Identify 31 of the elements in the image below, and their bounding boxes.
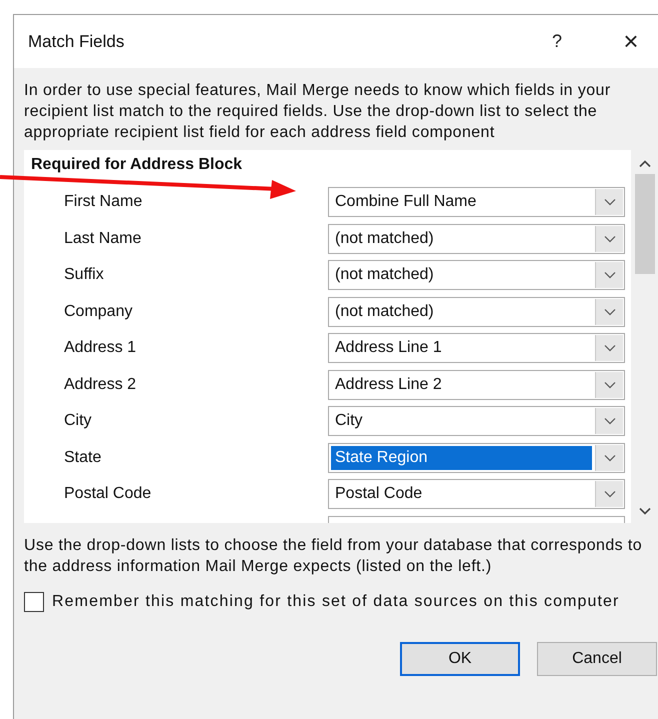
dropdown-field[interactable]: (not matched): [328, 224, 625, 254]
window-title: Match Fields: [28, 32, 126, 52]
dialog-button[interactable]: Cancel: [537, 642, 657, 676]
dropdown-field[interactable]: Address Line 2: [328, 370, 625, 400]
dropdown-field[interactable]: State Region: [328, 442, 625, 473]
field-label: Postal Code: [63, 485, 152, 504]
field-label: Address 1: [63, 339, 138, 358]
dialog-button[interactable]: OK: [400, 642, 520, 676]
field-label: State: [63, 448, 102, 467]
checkbox[interactable]: [24, 592, 44, 612]
dropdown-field[interactable]: (not matched): [328, 296, 625, 327]
dropdown-field[interactable]: Combine Full Name: [328, 187, 625, 218]
instructions-text: In order to use special features, Mail Merge needs to know which fields in your recipient list match to the required fields. Use the drop-down list to select the appropriate recipient list field for each address field component: [24, 81, 612, 143]
field-label: Company: [63, 302, 134, 321]
dropdown-field[interactable]: Postal Code: [328, 479, 625, 510]
hint-text: Use the drop-down lists to choose the field from your database that corresponds to the address information Mail Merge expects (listed on the left.): [24, 536, 644, 577]
scrollbar-thumb[interactable]: [635, 174, 655, 274]
scroll-down-icon[interactable]: [639, 507, 651, 515]
field-label: Address 2: [63, 376, 138, 394]
close-button[interactable]: ×: [616, 26, 646, 57]
field-label: City: [63, 412, 93, 430]
field-label: Last Name: [63, 230, 142, 248]
help-button[interactable]: ?: [542, 31, 572, 52]
field-label: Suffix: [63, 266, 105, 284]
scroll-up-icon[interactable]: [639, 160, 651, 168]
dropdown-field[interactable]: (not matched): [328, 260, 625, 290]
checkbox-label[interactable]: Remember this matching for this set of data sources on this computer: [52, 593, 620, 611]
dropdown-field[interactable]: City: [328, 406, 625, 436]
field-label: First Name: [63, 193, 144, 212]
dropdown-field[interactable]: Address Line 1: [328, 333, 625, 364]
section-heading: Required for Address Block: [30, 155, 244, 175]
